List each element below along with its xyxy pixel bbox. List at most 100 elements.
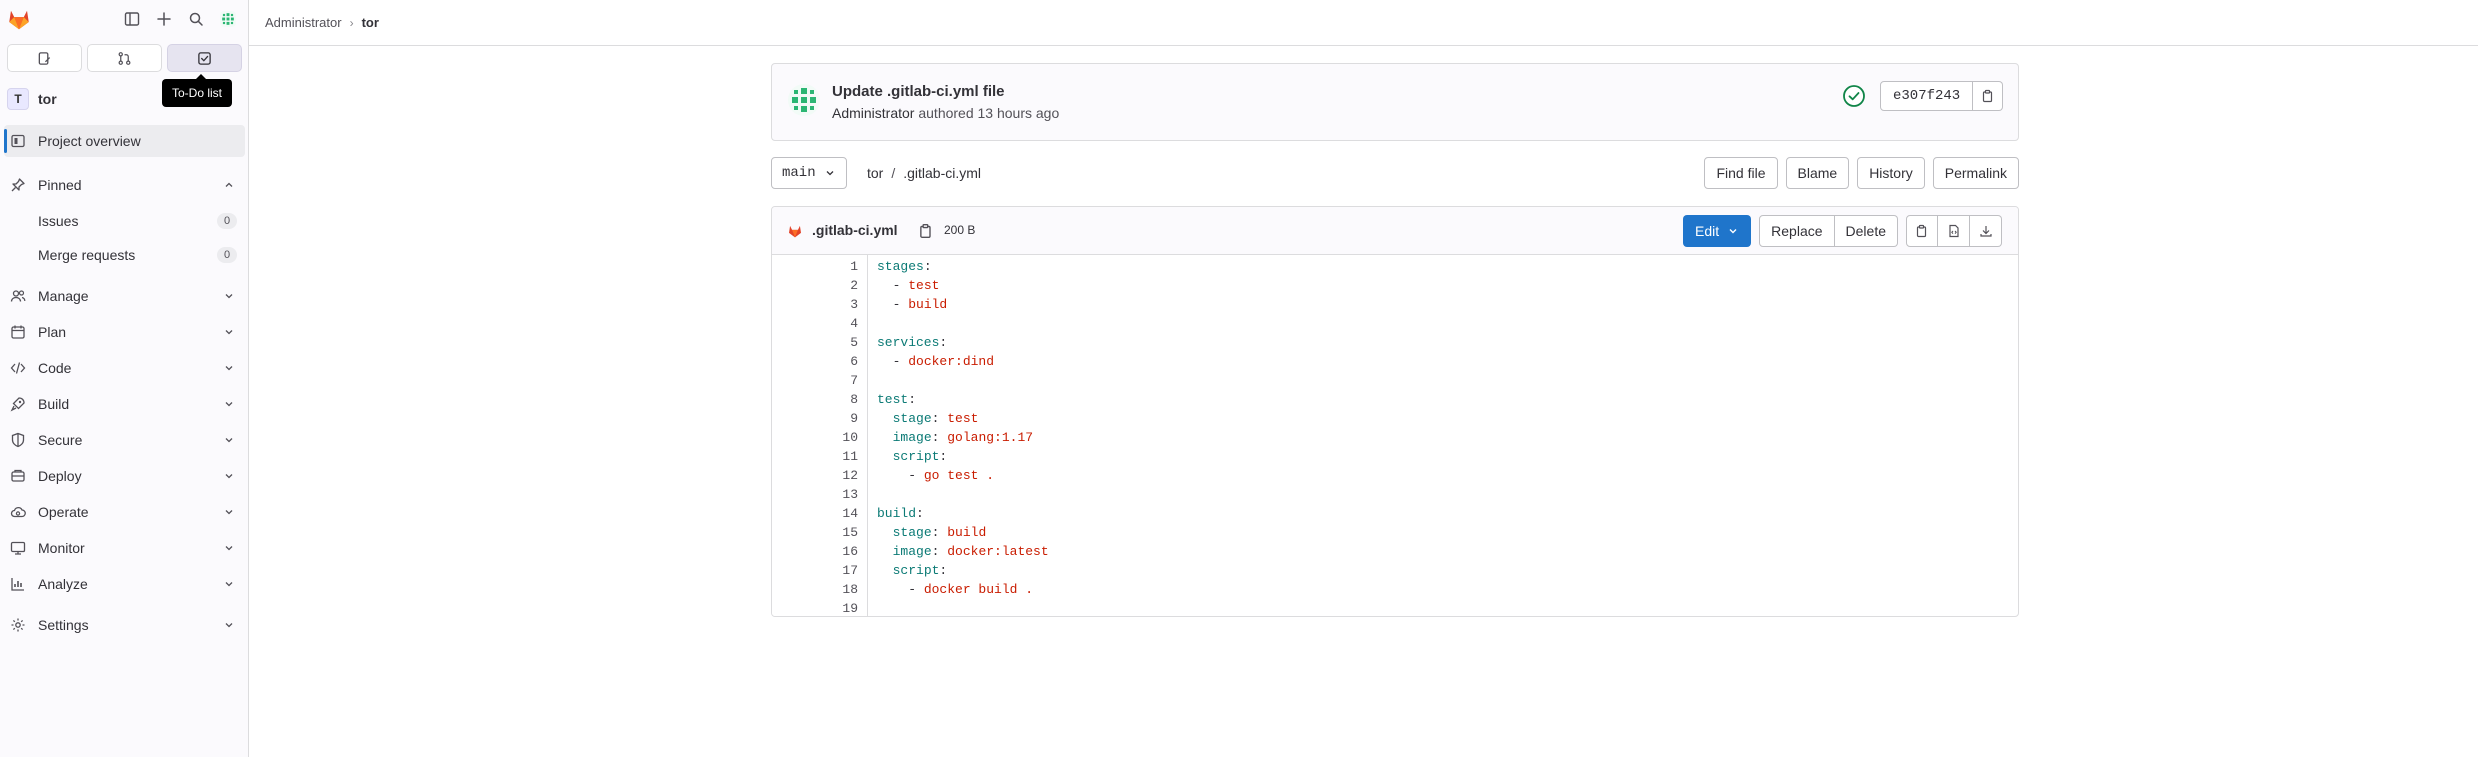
delete-button[interactable]: Delete xyxy=(1834,215,1898,247)
author-avatar[interactable] xyxy=(788,84,820,116)
breadcrumb-separator: › xyxy=(349,15,354,30)
sidebar-section-analyze[interactable]: Analyze xyxy=(4,568,245,600)
download-button[interactable] xyxy=(1970,215,2002,247)
punctuation-token: : xyxy=(931,544,948,559)
line-number[interactable]: 5 xyxy=(772,333,867,352)
yaml-key-token: stages xyxy=(877,259,924,274)
breadcrumb-item-administrator[interactable]: Administrator xyxy=(265,15,342,30)
sidebar-section-secure[interactable]: Secure xyxy=(4,424,245,456)
edit-button[interactable]: Edit xyxy=(1683,215,1752,247)
replace-button[interactable]: Replace xyxy=(1759,215,1835,247)
copy-sha-button[interactable] xyxy=(1973,81,2004,111)
chevron-down-icon xyxy=(826,171,834,176)
shield-icon xyxy=(10,432,26,448)
sidebar-item-project-overview[interactable]: Project overview xyxy=(4,125,245,157)
breadcrumb-item-current[interactable]: tor xyxy=(362,15,379,30)
branch-selector[interactable]: main xyxy=(771,157,847,189)
gitlab-logo-icon[interactable] xyxy=(6,6,32,32)
line-number[interactable]: 1 xyxy=(772,257,867,276)
line-number[interactable]: 15 xyxy=(772,523,867,542)
monitor-icon xyxy=(10,540,26,556)
chevron-down-icon xyxy=(225,623,233,628)
code-content: stages: - test - build services: - docker… xyxy=(877,255,1049,616)
sidebar-section-monitor[interactable]: Monitor xyxy=(4,532,245,564)
sidebar-section-build[interactable]: Build xyxy=(4,388,245,420)
line-number[interactable]: 17 xyxy=(772,561,867,580)
file-navigation-row: main tor / .gitlab-ci.yml Find file Blam… xyxy=(771,157,2019,189)
sidebar-section-operate[interactable]: Operate xyxy=(4,496,245,528)
sidebar-section-manage[interactable]: Manage xyxy=(4,280,245,312)
search-button[interactable] xyxy=(183,6,209,32)
commit-title-link[interactable]: Update .gitlab-ci.yml file xyxy=(832,83,1005,100)
yaml-value-token: build xyxy=(908,297,948,312)
chevron-down-icon xyxy=(225,294,233,299)
merge-requests-tab[interactable] xyxy=(87,44,162,72)
file-size: 200 B xyxy=(944,223,976,237)
yaml-value-token: docker:latest xyxy=(947,544,1049,559)
thumbtack-icon xyxy=(10,177,26,193)
punctuation-token: : xyxy=(939,335,948,350)
line-number[interactable]: 19 xyxy=(772,599,867,616)
create-new-button[interactable] xyxy=(151,6,177,32)
yaml-value-token: build xyxy=(947,525,987,540)
issues-tab[interactable] xyxy=(7,44,82,72)
user-menu-button[interactable] xyxy=(215,6,241,32)
line-number[interactable]: 18 xyxy=(772,580,867,599)
open-raw-button[interactable] xyxy=(1938,215,1970,247)
sidebar-section-settings[interactable]: Settings xyxy=(4,609,245,641)
project-avatar: T xyxy=(7,88,29,110)
todo-list-tab[interactable] xyxy=(167,44,242,72)
sidebar-section-code[interactable]: Code xyxy=(4,352,245,384)
sidebar-section-plan[interactable]: Plan xyxy=(4,316,245,348)
sidebar-section-deploy[interactable]: Deploy xyxy=(4,460,245,492)
sidebar-section-pinned[interactable]: Pinned xyxy=(4,169,245,201)
sidebar-item-issues[interactable]: Issues 0 xyxy=(4,206,245,236)
history-button[interactable]: History xyxy=(1857,157,1925,189)
user-avatar-icon xyxy=(220,11,236,27)
breadcrumb: Administrator › tor xyxy=(249,0,2478,46)
line-number[interactable]: 3 xyxy=(772,295,867,314)
code-line: script: xyxy=(877,561,1049,580)
line-number[interactable]: 2 xyxy=(772,276,867,295)
line-number[interactable]: 8 xyxy=(772,390,867,409)
sidebar-section-label: Analyze xyxy=(38,576,88,592)
line-number[interactable]: 16 xyxy=(772,542,867,561)
punctuation-token: - xyxy=(877,582,924,597)
sidebar-section-label: Secure xyxy=(38,432,83,448)
yaml-key-token: services xyxy=(877,335,940,350)
pipeline-passed-icon[interactable] xyxy=(1842,84,1866,108)
path-root-link[interactable]: tor xyxy=(867,165,883,181)
code-line: stage: test xyxy=(877,409,1049,428)
line-number[interactable]: 12 xyxy=(772,466,867,485)
punctuation-token: : xyxy=(908,392,917,407)
line-number[interactable]: 13 xyxy=(772,485,867,504)
chevron-down-icon xyxy=(225,438,233,443)
todo-icon xyxy=(198,51,211,65)
issues-count-badge: 0 xyxy=(217,213,237,229)
find-file-button[interactable]: Find file xyxy=(1704,157,1778,189)
gitlab-file-icon xyxy=(789,225,801,238)
collapse-sidebar-button[interactable] xyxy=(119,6,145,32)
line-number[interactable]: 10 xyxy=(772,428,867,447)
chevron-down-icon xyxy=(225,582,233,587)
line-number[interactable]: 14 xyxy=(772,504,867,523)
commit-sha-button[interactable]: e307f243 xyxy=(1880,81,1974,111)
commit-author-link[interactable]: Administrator xyxy=(832,105,914,121)
line-number[interactable]: 11 xyxy=(772,447,867,466)
punctuation-token xyxy=(877,449,893,464)
copy-file-path-icon[interactable] xyxy=(918,223,934,239)
line-number[interactable]: 9 xyxy=(772,409,867,428)
permalink-button[interactable]: Permalink xyxy=(1932,157,2019,189)
line-number[interactable]: 4 xyxy=(772,314,867,333)
yaml-value-token: docker build . xyxy=(923,582,1034,597)
line-number[interactable]: 6 xyxy=(772,352,867,371)
line-number[interactable]: 7 xyxy=(772,371,867,390)
issues-icon xyxy=(38,51,51,65)
copy-contents-button[interactable] xyxy=(1906,215,1938,247)
punctuation-token xyxy=(877,525,893,540)
yaml-key-token: build xyxy=(877,506,917,521)
sidebar-item-merge-requests[interactable]: Merge requests 0 xyxy=(4,240,245,270)
copy-icon xyxy=(1982,89,1992,103)
blame-button[interactable]: Blame xyxy=(1785,157,1850,189)
